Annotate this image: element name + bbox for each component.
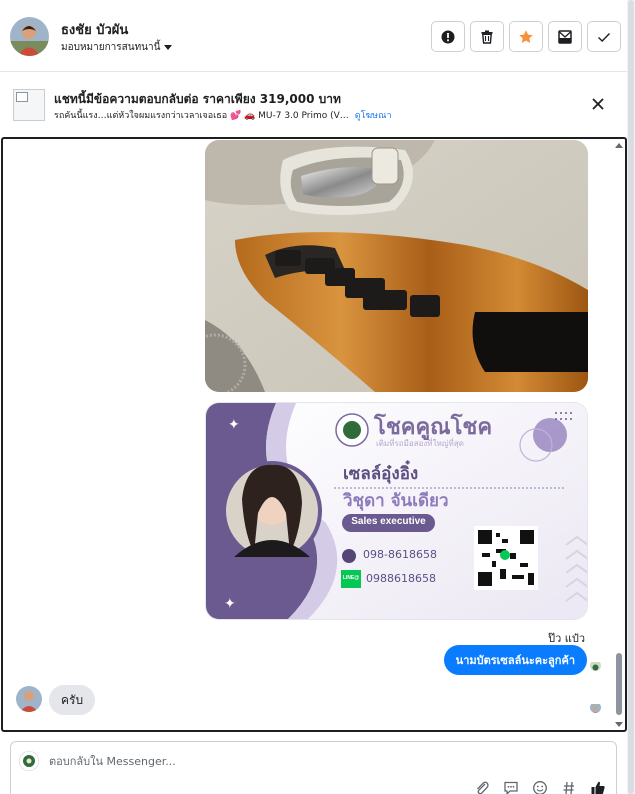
card-full-name: วิชุดา จันเดียว: [343, 491, 449, 511]
card-line-id: 0988618658: [366, 572, 436, 585]
listing-description: รถคันนี้แรง…แต่หัวใจผมแรงกว่าเวลาเจอเธอ …: [54, 111, 349, 121]
close-icon: [592, 98, 604, 110]
car-door-photo[interactable]: [205, 140, 588, 392]
close-banner-button[interactable]: [589, 95, 607, 113]
delete-button[interactable]: [470, 21, 504, 52]
contact-name[interactable]: ธงชัย บัวผัน: [61, 19, 128, 40]
incoming-message[interactable]: ครับ: [49, 685, 96, 715]
contact-avatar-small[interactable]: [16, 686, 42, 712]
listing-title: แชทนี้มีข้อความตอบกลับต่อ ราคาเพียง 319,…: [54, 92, 341, 106]
card-phone: 098-8618658: [363, 548, 437, 561]
scroll-thumb[interactable]: [616, 653, 622, 715]
view-ad-link[interactable]: ดูโฆษณา: [355, 111, 392, 121]
hashtag-icon: [563, 781, 574, 794]
contact-avatar[interactable]: [10, 17, 49, 56]
trash-icon: [481, 30, 493, 44]
svg-text:✦: ✦: [224, 596, 236, 612]
business-card-photo[interactable]: ✦ ✦ โชคคูณโชค เติมที่รถมือสองที่ใหญ่ที่ส…: [205, 402, 588, 620]
page-scroll-thumb[interactable]: [628, 0, 634, 794]
check-icon: [598, 32, 611, 42]
svg-text:✦: ✦: [228, 417, 240, 433]
header-actions: [431, 21, 621, 52]
saved-reply-button[interactable]: [503, 780, 519, 794]
message-thread: ✦ ✦ โชคคูณโชค เติมที่รถมือสองที่ใหญ่ที่ส…: [1, 137, 627, 732]
like-button[interactable]: [590, 780, 606, 794]
conversation-header: ธงชัย บัวผัน มอบหมายการสนทนานี้: [0, 0, 627, 72]
page-scrollbar[interactable]: [627, 0, 635, 794]
assign-conversation-dropdown[interactable]: มอบหมายการสนทนานี้: [61, 40, 173, 55]
listing-banner: แชทนี้มีข้อความตอบกลับต่อ ราคาเพียง 319,…: [0, 73, 627, 136]
listing-subtitle: รถคันนี้แรง…แต่หัวใจผมแรงกว่าเวลาเจอเธอ …: [54, 108, 392, 122]
mark-done-button[interactable]: [587, 21, 621, 52]
contact-read-receipt-avatar: [590, 702, 601, 713]
attach-icon: [477, 781, 489, 794]
listing-thumbnail[interactable]: [13, 89, 45, 121]
caret-down-icon: [164, 45, 173, 50]
attach-button[interactable]: [474, 780, 490, 794]
emoji-icon: [533, 781, 547, 794]
reply-input[interactable]: [49, 755, 549, 768]
scroll-up-arrow-icon[interactable]: [615, 143, 623, 148]
saved-reply-icon: [504, 781, 518, 794]
mark-unread-icon: [558, 29, 572, 44]
star-button[interactable]: [509, 21, 543, 52]
alert-icon: [441, 30, 455, 43]
assign-label: มอบหมายการสนทนานี้: [61, 42, 161, 53]
page-avatar: [19, 751, 39, 771]
composer-tools: [474, 780, 606, 794]
hashtag-button[interactable]: [561, 780, 577, 794]
card-nickname: เซลล์อุ๋งอิ๋ง: [343, 464, 419, 484]
card-line-badge: LINE@: [342, 575, 360, 581]
outgoing-message[interactable]: นามบัตรเซลล์นะคะลูกค้า: [443, 645, 587, 675]
scroll-down-arrow-icon[interactable]: [615, 722, 623, 727]
inbox-conversation: ธงชัย บัวผัน มอบหมายการสนทนานี้ แชทนี้มี…: [0, 0, 635, 794]
emoji-button[interactable]: [532, 780, 548, 794]
like-icon: [591, 781, 605, 794]
star-icon: [519, 29, 533, 43]
mark-unread-button[interactable]: [548, 21, 582, 52]
reply-composer: [10, 741, 617, 794]
card-role: Sales executive: [351, 516, 426, 527]
thread-scrollbar[interactable]: [613, 139, 624, 730]
report-spam-button[interactable]: [431, 21, 465, 52]
read-receipt-avatar: [590, 660, 601, 671]
card-tagline: เติมที่รถมือสองที่ใหญ่ที่สุด: [376, 439, 464, 448]
